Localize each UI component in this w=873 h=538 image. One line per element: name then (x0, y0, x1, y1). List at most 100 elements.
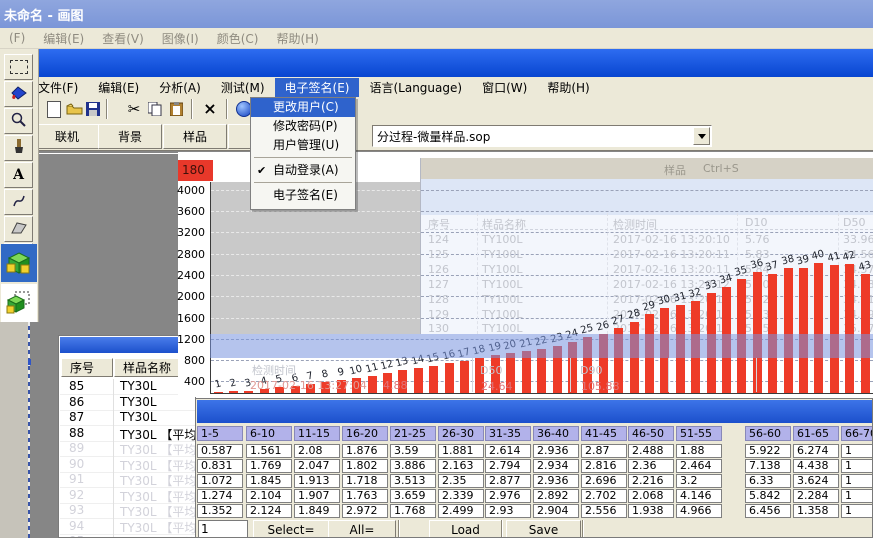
grid-cell[interactable]: 4.966 (676, 504, 722, 518)
grid-cell[interactable]: 2.934 (533, 459, 579, 473)
paint-menu-item[interactable]: 图像(I) (153, 30, 208, 47)
app-menu-item[interactable]: 分析(A) (149, 78, 211, 97)
brush-tool[interactable] (4, 135, 33, 161)
toolbar-button-3[interactable]: 样品 (163, 124, 227, 149)
grid-cell[interactable]: 1.274 (197, 489, 243, 503)
grid-cell[interactable]: 6.33 (745, 474, 791, 488)
app-title-bar[interactable] (28, 48, 873, 77)
grid-cell[interactable]: 3.2 (676, 474, 722, 488)
grid-header-cell[interactable]: 66-70 (841, 426, 873, 441)
grid-cell[interactable]: 2.216 (628, 474, 674, 488)
grid-button-save[interactable]: Save (506, 520, 581, 538)
sample-row[interactable]: 95TY30L 【平均 (60, 534, 196, 538)
grid-cell[interactable]: 1.938 (628, 504, 674, 518)
paste-icon[interactable] (166, 99, 186, 119)
grid-cell[interactable]: 1.768 (390, 504, 436, 518)
paint-menu-item[interactable]: (F) (0, 31, 34, 45)
grid-cell[interactable]: 2.976 (485, 489, 531, 503)
sample-row[interactable]: 93TY30L 【平均 (60, 503, 196, 519)
grid-cell[interactable]: 2.339 (438, 489, 484, 503)
grid-header-cell[interactable]: 41-45 (581, 426, 627, 441)
grid-cell[interactable]: 3.659 (390, 489, 436, 503)
grid-cell[interactable]: 2.35 (438, 474, 484, 488)
sample-window-title-bar[interactable] (60, 337, 180, 353)
grid-cell[interactable]: 2.696 (581, 474, 627, 488)
grid-cell[interactable]: 1.881 (438, 444, 484, 458)
grid-cell[interactable]: 0.831 (197, 459, 243, 473)
grid-count-input[interactable] (198, 520, 248, 538)
grid-cell[interactable]: 2.36 (628, 459, 674, 473)
grid-cell[interactable]: 3.513 (390, 474, 436, 488)
grid-cell[interactable]: 1.358 (793, 504, 839, 518)
grid-cell[interactable]: 1.802 (342, 459, 388, 473)
grid-cell[interactable]: 2.794 (485, 459, 531, 473)
new-file-icon[interactable] (44, 99, 64, 119)
grid-cell[interactable]: 2.877 (485, 474, 531, 488)
toolbar-button-2[interactable]: 背景 (98, 124, 162, 149)
grid-button-load[interactable]: Load (429, 520, 502, 538)
grid-cell[interactable]: 2.104 (246, 489, 292, 503)
grid-cell[interactable]: 2.284 (793, 489, 839, 503)
grid-header-cell[interactable]: 56-60 (745, 426, 791, 441)
paint-menu-item[interactable]: 帮助(H) (267, 30, 327, 47)
grid-cell[interactable]: 1 (841, 444, 873, 458)
data-grid-window[interactable]: 1-56-1011-1516-2021-2526-3031-3536-4041-… (195, 398, 873, 538)
grid-header-cell[interactable]: 1-5 (197, 426, 243, 441)
delete-icon[interactable]: × (200, 99, 220, 119)
grid-cell[interactable]: 2.614 (485, 444, 531, 458)
dropdown-item[interactable]: 修改密码(P) (251, 117, 355, 136)
app-menu-item[interactable]: 窗口(W) (472, 78, 537, 97)
grid-cell[interactable]: 3.59 (390, 444, 436, 458)
combobox-dropdown-arrow-icon[interactable] (693, 127, 710, 145)
grid-cell[interactable]: 1.913 (294, 474, 340, 488)
text-tool[interactable]: A (4, 162, 33, 188)
grid-cell[interactable]: 1.718 (342, 474, 388, 488)
grid-cell[interactable]: 2.464 (676, 459, 722, 473)
grid-cell[interactable]: 6.456 (745, 504, 791, 518)
toolbar-button-1[interactable]: 联机 (35, 124, 99, 149)
grid-cell[interactable]: 4.146 (676, 489, 722, 503)
save-icon[interactable] (83, 99, 103, 119)
grid-cell[interactable]: 6.274 (793, 444, 839, 458)
grid-cell[interactable]: 1.907 (294, 489, 340, 503)
grid-cell[interactable]: 2.93 (485, 504, 531, 518)
grid-cell[interactable]: 2.816 (581, 459, 627, 473)
grid-cell[interactable]: 7.138 (745, 459, 791, 473)
sample-row[interactable]: 94TY30L 【平均 (60, 519, 196, 535)
curve-tool[interactable] (4, 189, 33, 215)
grid-cell[interactable]: 1 (841, 474, 873, 488)
grid-header-cell[interactable]: 16-20 (342, 426, 388, 441)
grid-cell[interactable]: 1 (841, 504, 873, 518)
grid-cell[interactable]: 5.842 (745, 489, 791, 503)
grid-cell[interactable]: 2.972 (342, 504, 388, 518)
app-menu-item[interactable]: 电子签名(E) (275, 78, 360, 97)
grid-cell[interactable]: 1.769 (246, 459, 292, 473)
grid-cell[interactable]: 1.352 (197, 504, 243, 518)
grid-cell[interactable]: 1.072 (197, 474, 243, 488)
grid-cell[interactable]: 2.87 (581, 444, 627, 458)
grid-cell[interactable]: 2.068 (628, 489, 674, 503)
fill-tool[interactable] (4, 81, 33, 107)
grid-button-select[interactable]: Select= (253, 520, 329, 538)
grid-header-cell[interactable]: 51-55 (676, 426, 722, 441)
grid-cell[interactable]: 0.587 (197, 444, 243, 458)
grid-header-cell[interactable]: 36-40 (533, 426, 579, 441)
sample-row[interactable]: 86TY30L (60, 395, 196, 411)
grid-cell[interactable]: 2.556 (581, 504, 627, 518)
grid-header-cell[interactable]: 11-15 (294, 426, 340, 441)
polygon-tool[interactable] (4, 216, 33, 242)
grid-header-cell[interactable]: 46-50 (628, 426, 674, 441)
grid-cell[interactable]: 2.499 (438, 504, 484, 518)
copy-icon[interactable] (145, 99, 165, 119)
grid-cell[interactable]: 5.922 (745, 444, 791, 458)
grid-cell[interactable]: 2.936 (533, 444, 579, 458)
grid-cell[interactable]: 2.904 (533, 504, 579, 518)
sample-row[interactable]: 91TY30L 【平均 (60, 472, 196, 488)
open-file-icon[interactable] (64, 99, 84, 119)
paint-menu-item[interactable]: 颜色(C) (208, 30, 268, 47)
grid-cell[interactable]: 2.702 (581, 489, 627, 503)
paint-menu-item[interactable]: 查看(V) (93, 30, 153, 47)
grid-cell[interactable]: 1.561 (246, 444, 292, 458)
sample-row[interactable]: 89TY30L 【平均 (60, 441, 196, 457)
sample-row[interactable]: 92TY30L 【平均 (60, 488, 196, 504)
